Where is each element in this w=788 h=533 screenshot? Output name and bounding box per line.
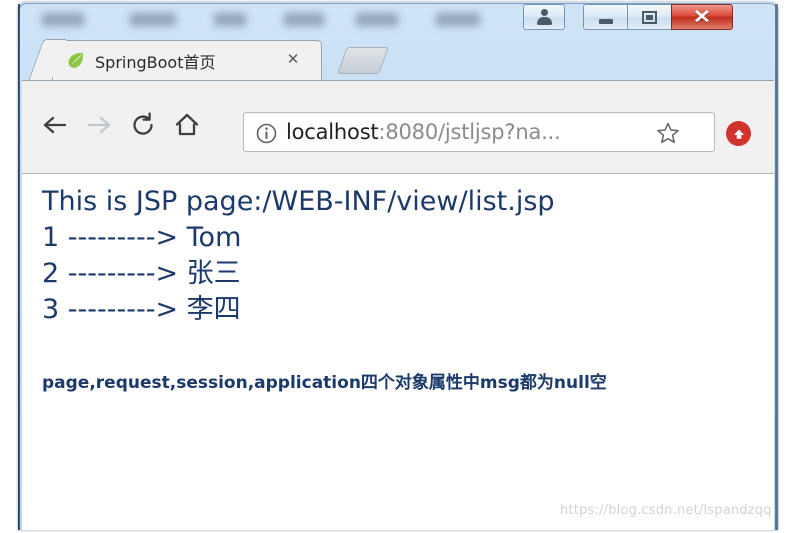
tab-close-icon[interactable]: ✕ [285, 52, 301, 68]
scope-attribute-message: page,request,session,application四个对象属性中m… [42, 373, 607, 393]
watermark-text: https://blog.csdn.net/lspandzqq [560, 503, 772, 518]
home-button[interactable] [170, 108, 204, 142]
jsp-line: This is JSP page:/WEB-INF/view/list.jsp [42, 186, 555, 217]
window-border-right [775, 4, 778, 530]
user-account-button[interactable] [523, 4, 565, 30]
address-bar[interactable]: localhost:8080/jstljsp?na... [243, 112, 715, 152]
page-viewport: This is JSP page:/WEB-INF/view/list.jsp … [22, 174, 774, 530]
home-icon [175, 113, 199, 136]
url-path: :8080/jstljsp?na... [378, 120, 561, 144]
blurred-item [42, 13, 84, 26]
minimize-icon [598, 18, 613, 24]
screenshot-root: ✕ SpringBoot首页 ✕ localhost:8080/jstljsp?… [0, 0, 788, 533]
forward-button[interactable] [82, 108, 116, 142]
url-host: localhost [286, 120, 379, 144]
arrow-up-icon [733, 129, 744, 139]
maximize-icon [642, 10, 657, 24]
minimize-button[interactable] [583, 4, 627, 30]
jsp-line: 1 ---------> Tom [42, 222, 242, 253]
star-icon[interactable] [656, 121, 680, 150]
reload-icon [133, 112, 153, 135]
maximize-button[interactable] [627, 4, 671, 30]
blurred-item [356, 13, 398, 26]
spring-leaf-icon [67, 52, 85, 69]
close-button[interactable]: ✕ [671, 4, 733, 30]
blurred-item [130, 13, 176, 26]
jsp-line: 2 ---------> 张三 [42, 258, 241, 289]
blurred-item [214, 13, 246, 26]
back-arrow-icon [43, 116, 67, 134]
close-icon: ✕ [692, 6, 712, 28]
browser-tab[interactable]: SpringBoot首页 ✕ [52, 40, 322, 80]
chrome-update-button[interactable] [726, 121, 751, 146]
page-content: This is JSP page:/WEB-INF/view/list.jsp … [42, 184, 760, 396]
tab-title: SpringBoot首页 [95, 53, 216, 72]
reload-button[interactable] [126, 108, 160, 142]
forward-arrow-icon [87, 116, 111, 134]
person-icon [536, 9, 552, 25]
back-button[interactable] [38, 108, 72, 142]
jsp-line: 3 ---------> 李四 [42, 294, 241, 325]
window-border-left [18, 4, 20, 530]
url-display[interactable]: localhost:8080/jstljsp?na... [286, 120, 561, 144]
blurred-item [284, 13, 324, 26]
blurred-item [436, 13, 480, 26]
info-circle-icon[interactable] [256, 123, 277, 149]
